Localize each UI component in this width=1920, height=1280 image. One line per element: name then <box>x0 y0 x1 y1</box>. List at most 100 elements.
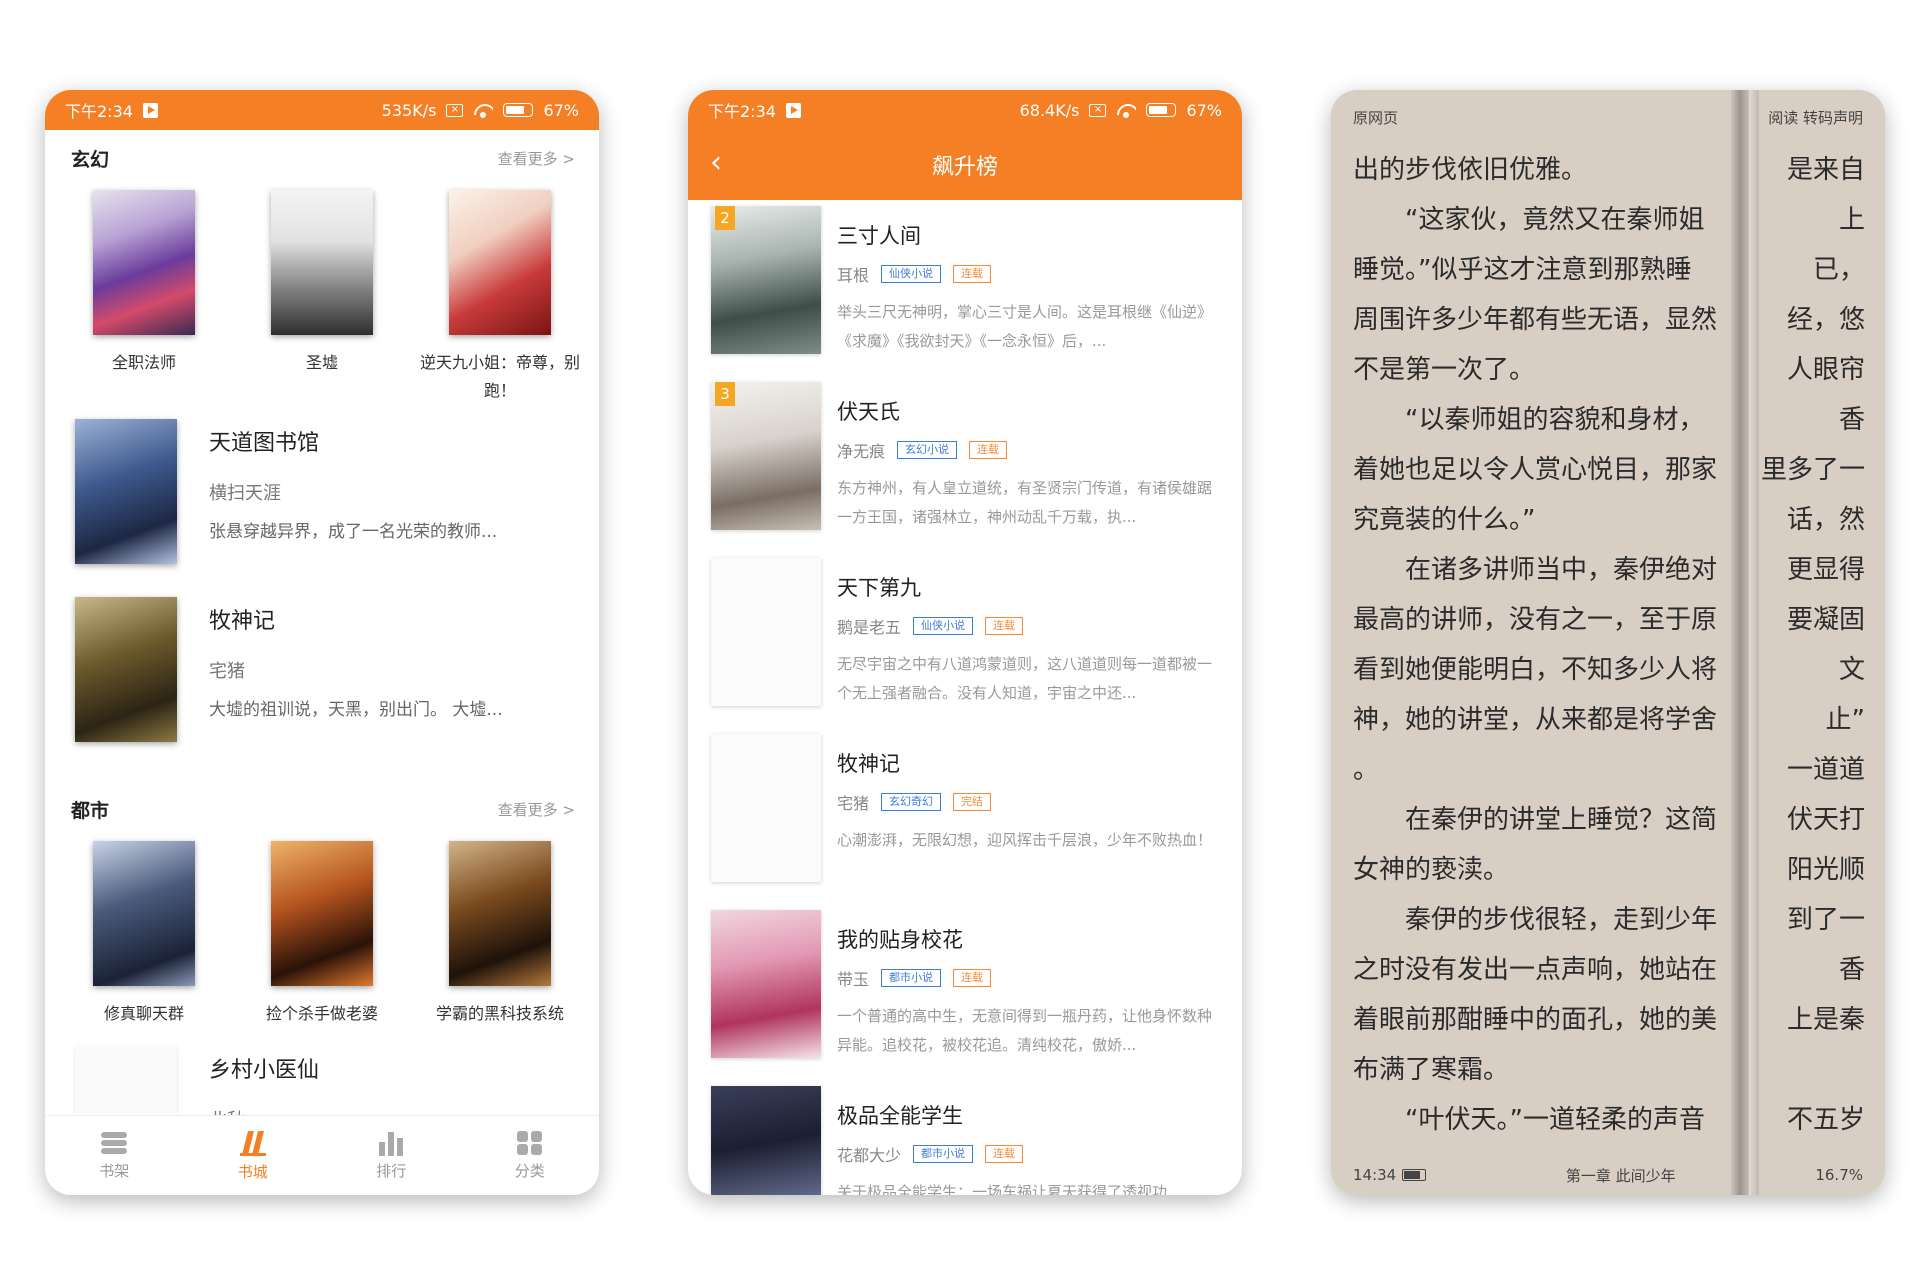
book-cover <box>271 841 373 986</box>
grid-book[interactable]: 全职法师 <box>59 186 229 405</box>
ranking-item[interactable]: 我的贴身校花 带玉 都市小说 连载 一个普通的高中生，无意间得到一瓶丹药，让他身怀数… <box>688 910 1242 1086</box>
genre-tag: 仙侠小说 <box>881 265 942 283</box>
wifi-icon <box>1116 103 1136 118</box>
status-tag: 完结 <box>953 793 992 811</box>
back-arrow-icon[interactable]: ‹ <box>710 148 722 178</box>
peek-line: 经，悠 <box>1786 305 1865 335</box>
genre-tag: 玄幻小说 <box>897 441 958 459</box>
book-cover <box>271 190 373 335</box>
genre-tag: 仙侠小说 <box>913 617 974 635</box>
book-author: 横扫天涯 <box>209 483 281 504</box>
grid-book[interactable]: 修真聊天群 <box>59 837 229 1028</box>
book-desc: 关于极品全能学生：一场车祸让夏天获得了透视功 <box>837 1183 1168 1195</box>
peek-line: 话，然 <box>1786 505 1865 535</box>
section-title: 都市 <box>71 799 110 822</box>
genre-tag: 玄幻奇幻 <box>881 793 942 811</box>
book-desc: 一个普通的高中生，无意间得到一瓶丹药，让他身怀数种异能。追校花，被校花追。清纯校… <box>837 1007 1213 1054</box>
phone-ranking-list: 下午2:34 68.4K/s × 67% ‹ 飙升榜 2 三寸人间 耳根 仙侠小说… <box>688 90 1242 1195</box>
book-cover: 3 <box>711 382 821 530</box>
peek-line: 到了一 <box>1786 905 1865 935</box>
book-title: 我的贴身校花 <box>837 928 963 952</box>
book-title: 圣墟 <box>305 353 338 372</box>
reader-line: 秦伊的步伐很轻，走到少年 <box>1353 905 1718 935</box>
reader-line: “这家伙，竟然又在秦师姐 <box>1353 205 1705 235</box>
peek-line: 要凝固 <box>1786 605 1865 635</box>
book-title: 天道图书馆 <box>209 431 320 456</box>
grid-book[interactable]: 逆天九小姐：帝尊，别跑！ <box>415 186 585 405</box>
tab-bookstore[interactable]: 书城 <box>184 1116 323 1195</box>
book-title: 极品全能学生 <box>837 1104 963 1128</box>
reading-progress: 16.7% <box>1815 1166 1863 1184</box>
book-title: 逆天九小姐：帝尊，别跑！ <box>419 353 580 400</box>
ranking-item[interactable]: 3 伏天氏 净无痕 玄幻小说 连载 东方神州，有人皇立道统，有圣贤宗门传道，有诸侯雄… <box>688 382 1242 558</box>
list-book[interactable]: 牧神记 宅猪 大墟的祖训说，天黑，别出门。 大墟... <box>45 597 599 775</box>
grid-book[interactable]: 捡个杀手做老婆 <box>237 837 407 1028</box>
page-curl-edge <box>1749 90 1759 1195</box>
reader-line: “以秦师姐的容貌和身材， <box>1353 405 1705 435</box>
peek-line: 更显得 <box>1786 555 1865 585</box>
book-desc: 张悬穿越异界，成了一名光荣的教师... <box>209 522 498 542</box>
battery-icon <box>503 103 534 117</box>
tab-label: 书架 <box>99 1162 130 1180</box>
book-cover <box>711 1086 821 1195</box>
ranking-item[interactable]: 极品全能学生 花都大少 都市小说 连载 关于极品全能学生：一场车祸让夏天获得了透视功 <box>688 1086 1242 1195</box>
page-title: 飙升榜 <box>931 155 998 180</box>
wifi-icon <box>473 103 493 118</box>
book-title: 伏天氏 <box>837 400 900 424</box>
status-tag: 连载 <box>969 441 1008 459</box>
ranking-item[interactable]: 天下第九 鹅是老五 仙侠小说 连载 无尽宇宙之中有八道鸿蒙道则，这八道道则每一道都被… <box>688 558 1242 734</box>
media-play-icon <box>785 102 801 118</box>
section-header-xuanhuan: 玄幻 查看更多 > <box>45 130 599 186</box>
peek-line: 上是秦 <box>1786 1005 1865 1035</box>
book-title: 天下第九 <box>837 576 921 600</box>
book-title: 捡个杀手做老婆 <box>265 1004 378 1023</box>
reader-line: 着眼前那酣睡中的面孔，她的美 <box>1353 1005 1718 1035</box>
reader-line: 女神的亵渎。 <box>1353 855 1510 885</box>
status-tag: 连载 <box>985 1145 1024 1163</box>
reader-line: 不是第一次了。 <box>1353 355 1536 385</box>
book-title: 全职法师 <box>111 353 176 372</box>
book-cover <box>93 190 195 335</box>
reader-line: 在秦伊的讲堂上睡觉？这简 <box>1353 805 1718 835</box>
next-page-peek: 是来自上已， 经，悠 人眼帘香里多了一 话，然 更显得 要凝固文止” 一道道 伏天打 阳光顺 到了… <box>1756 145 1885 1145</box>
reader-line: 出的步伐依旧优雅。 <box>1353 155 1588 185</box>
grid-book[interactable]: 圣墟 <box>237 186 407 405</box>
book-grid: 修真聊天群 捡个杀手做老婆 学霸的黑科技系统 <box>45 837 599 1028</box>
reader-line: 。 <box>1353 755 1380 785</box>
reader-footer: 14:34 第一章 此间少年 16.7% <box>1331 1155 1885 1195</box>
book-desc: 大墟的祖训说，天黑，别出门。 大墟... <box>209 700 503 720</box>
grid-book[interactable]: 学霸的黑科技系统 <box>415 837 585 1028</box>
category-icon <box>516 1131 542 1155</box>
book-cover <box>711 558 821 706</box>
ranking-icon <box>379 1132 404 1156</box>
rank-badge: 3 <box>715 382 735 406</box>
book-cover <box>449 190 551 335</box>
network-speed: 535K/s <box>381 100 437 120</box>
tab-category[interactable]: 分类 <box>461 1116 600 1195</box>
ranking-item[interactable]: 2 三寸人间 耳根 仙侠小说 连载 举头三尺无神明，掌心三寸是人间。这是耳根继《仙逆… <box>688 206 1242 382</box>
see-more-link[interactable]: 查看更多 > <box>498 148 575 169</box>
book-cover <box>75 419 177 564</box>
peek-line: 阳光顺 <box>1786 855 1865 885</box>
peek-line: 一道道 <box>1786 755 1865 785</box>
see-more-link[interactable]: 查看更多 > <box>498 799 575 820</box>
reader-line: 周围许多少年都有些无语，显然 <box>1353 305 1718 335</box>
book-author: 宅猪 <box>209 661 245 682</box>
page-curl-shadow <box>1731 90 1749 1195</box>
ranking-item[interactable]: 牧神记 宅猪 玄幻奇幻 完结 心潮澎湃，无限幻想，迎风挥击千层浪，少年不败热血！ <box>688 734 1242 910</box>
phone-reader: 原网页 阅读 转码声明 出的步伐依旧优雅。 “这家伙，竟然又在秦师姐 睡觉。”似乎… <box>1331 90 1885 1195</box>
peek-line: 不五岁 <box>1786 1105 1865 1135</box>
book-title: 牧神记 <box>837 752 900 776</box>
reader-line: 最高的讲师，没有之一，至于原 <box>1353 605 1718 635</box>
tab-label: 分类 <box>514 1162 545 1180</box>
book-title: 牧神记 <box>209 609 276 634</box>
tab-ranking[interactable]: 排行 <box>322 1116 461 1195</box>
original-page-link[interactable]: 原网页 <box>1353 107 1398 128</box>
tab-bookshelf[interactable]: 书架 <box>45 1116 184 1195</box>
book-desc: 心潮澎湃，无限幻想，迎风挥击千层浪，少年不败热血！ <box>837 831 1213 849</box>
media-play-icon <box>142 102 158 118</box>
peek-line: 香 <box>1838 405 1865 435</box>
transcode-statement-link[interactable]: 阅读 转码声明 <box>1768 107 1863 128</box>
list-book[interactable]: 天道图书馆 横扫天涯 张悬穿越异界，成了一名光荣的教师... <box>45 419 599 597</box>
peek-line: 文 <box>1838 655 1865 685</box>
